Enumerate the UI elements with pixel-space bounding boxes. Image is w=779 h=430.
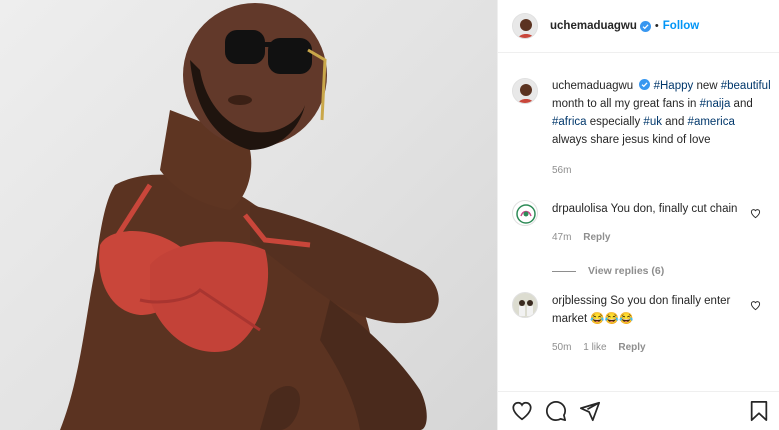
bookmark-icon [750, 400, 768, 422]
comment-likes[interactable]: 1 like [583, 342, 606, 353]
comment-icon [545, 400, 567, 422]
reply-button[interactable]: Reply [583, 232, 610, 243]
avatar-image [513, 201, 537, 225]
replies-divider [552, 270, 576, 272]
caption-segment: always share jesus kind of love [552, 134, 711, 146]
view-replies-label[interactable]: View replies (6) [588, 265, 664, 277]
like-button[interactable] [511, 400, 533, 422]
commenter-avatar[interactable] [512, 292, 538, 318]
comment-item: drpaulolisa You don, finally cut chain 4… [512, 200, 779, 247]
hashtag-link[interactable]: #africa [552, 116, 587, 128]
hashtag-link[interactable]: #beautiful [721, 80, 771, 92]
comments-list[interactable]: uchemaduagwu #Happy new #beautiful month… [498, 54, 779, 391]
caption-segment: especially [586, 116, 644, 128]
comment-text: You don, finally cut chain [610, 203, 738, 215]
comment-button[interactable] [545, 400, 567, 422]
comment-body: drpaulolisa You don, finally cut chain 4… [552, 200, 747, 247]
caption-segment: and [661, 116, 688, 128]
comment-time[interactable]: 47m [552, 232, 571, 243]
comment-meta: 50m 1 like Reply [552, 339, 747, 357]
post-side-panel: uchemaduagwu • Follow uchemaduagwu #Happ… [498, 0, 779, 430]
instagram-post-frame: uchemaduagwu • Follow uchemaduagwu #Happ… [0, 0, 779, 430]
avatar-image [513, 79, 537, 103]
avatar-image [513, 293, 537, 317]
comment-time[interactable]: 50m [552, 342, 571, 353]
author-avatar[interactable] [512, 13, 538, 39]
caption-segment: month to all my great fans in [552, 98, 700, 110]
hashtag-link[interactable]: #america [688, 116, 735, 128]
author-username[interactable]: uchemaduagwu [550, 20, 637, 32]
verified-badge-icon [639, 20, 651, 32]
comment-username[interactable]: orjblessing [552, 295, 607, 307]
share-button[interactable] [579, 400, 601, 422]
caption-segment: and [730, 98, 753, 110]
view-replies-button[interactable]: View replies (6) [552, 265, 779, 277]
verified-badge-icon [639, 79, 651, 90]
comment-item: orjblessing So you don finally enter mar… [512, 292, 779, 357]
comment-body: orjblessing So you don finally enter mar… [552, 292, 747, 357]
hashtag-link[interactable]: #uk [643, 116, 662, 128]
heart-icon[interactable] [750, 300, 761, 311]
heart-icon [512, 401, 532, 421]
comment-meta: 47m Reply [552, 229, 747, 247]
caption-body: uchemaduagwu #Happy new #beautiful month… [552, 77, 772, 180]
hashtag-link[interactable]: #Happy [654, 80, 694, 92]
reply-button[interactable]: Reply [618, 342, 645, 353]
heart-icon[interactable] [750, 208, 761, 219]
commenter-avatar[interactable] [512, 200, 538, 226]
caption-segment: new [693, 80, 721, 92]
post-header: uchemaduagwu • Follow [498, 0, 779, 53]
separator-dot: • [654, 20, 659, 32]
post-caption: uchemaduagwu #Happy new #beautiful month… [512, 77, 779, 180]
save-button[interactable] [748, 400, 770, 422]
avatar-image [513, 14, 537, 38]
post-photo[interactable] [0, 0, 498, 430]
caption-timestamp[interactable]: 56m [552, 162, 772, 180]
hashtag-link[interactable]: #naija [700, 98, 731, 110]
photo-illustration [60, 3, 439, 430]
share-icon [579, 401, 601, 422]
action-bar [498, 391, 779, 430]
caption-avatar[interactable] [512, 78, 538, 104]
follow-button[interactable]: Follow [663, 20, 699, 32]
caption-username[interactable]: uchemaduagwu [552, 80, 633, 92]
comment-username[interactable]: drpaulolisa [552, 203, 608, 215]
